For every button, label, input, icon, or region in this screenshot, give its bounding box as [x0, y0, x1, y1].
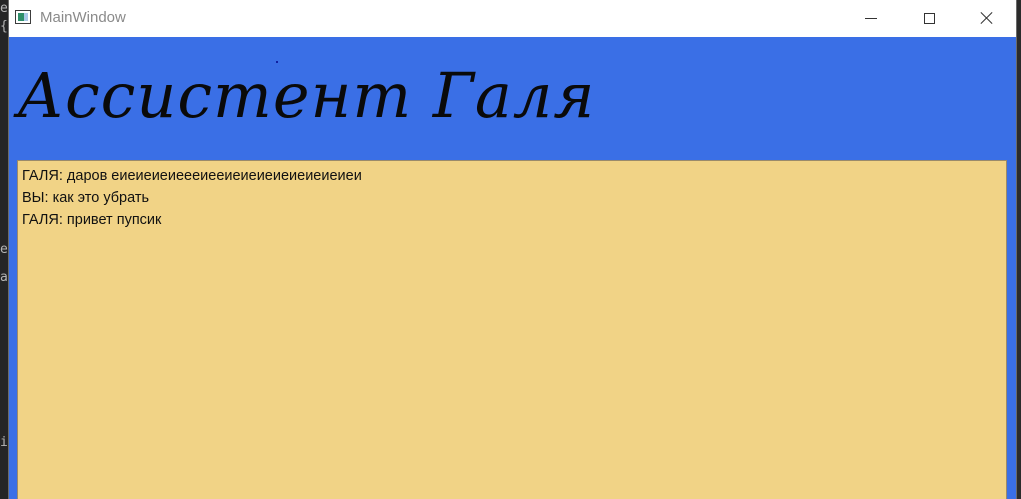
- close-icon: [980, 11, 994, 25]
- window-title: MainWindow: [40, 9, 126, 26]
- background-glyph: i: [0, 435, 8, 450]
- close-button[interactable]: [958, 0, 1016, 36]
- minimize-button[interactable]: [842, 0, 900, 36]
- chat-message: ГАЛЯ: привет пупсик: [22, 212, 162, 228]
- app-window-icon: [15, 10, 31, 24]
- title-bar[interactable]: MainWindow: [9, 0, 1016, 36]
- chat-log[interactable]: ГАЛЯ: даров еиеиеиеиеееиееиеиеиеиеиеиеие…: [17, 160, 1007, 499]
- assistant-title: Ассистент Галя: [17, 59, 596, 132]
- background-editor-strip: e { e a i: [0, 0, 8, 499]
- main-window: MainWindow Ассистент Галя ГАЛЯ: даров еи…: [8, 0, 1017, 499]
- maximize-icon: [923, 12, 935, 24]
- background-glyph: {: [0, 19, 8, 34]
- chat-message: ВЫ: как это убрать: [22, 190, 150, 206]
- background-glyph: e: [0, 242, 8, 257]
- chat-message: ГАЛЯ: даров еиеиеиеиеееиееиеиеиеиеиеиеие…: [22, 168, 362, 184]
- minimize-icon: [865, 17, 877, 19]
- maximize-button[interactable]: [900, 0, 958, 36]
- window-content: Ассистент Галя ГАЛЯ: даров еиеиеиеиеееие…: [9, 37, 1016, 499]
- background-glyph: a: [0, 270, 8, 285]
- background-glyph: e: [0, 1, 8, 16]
